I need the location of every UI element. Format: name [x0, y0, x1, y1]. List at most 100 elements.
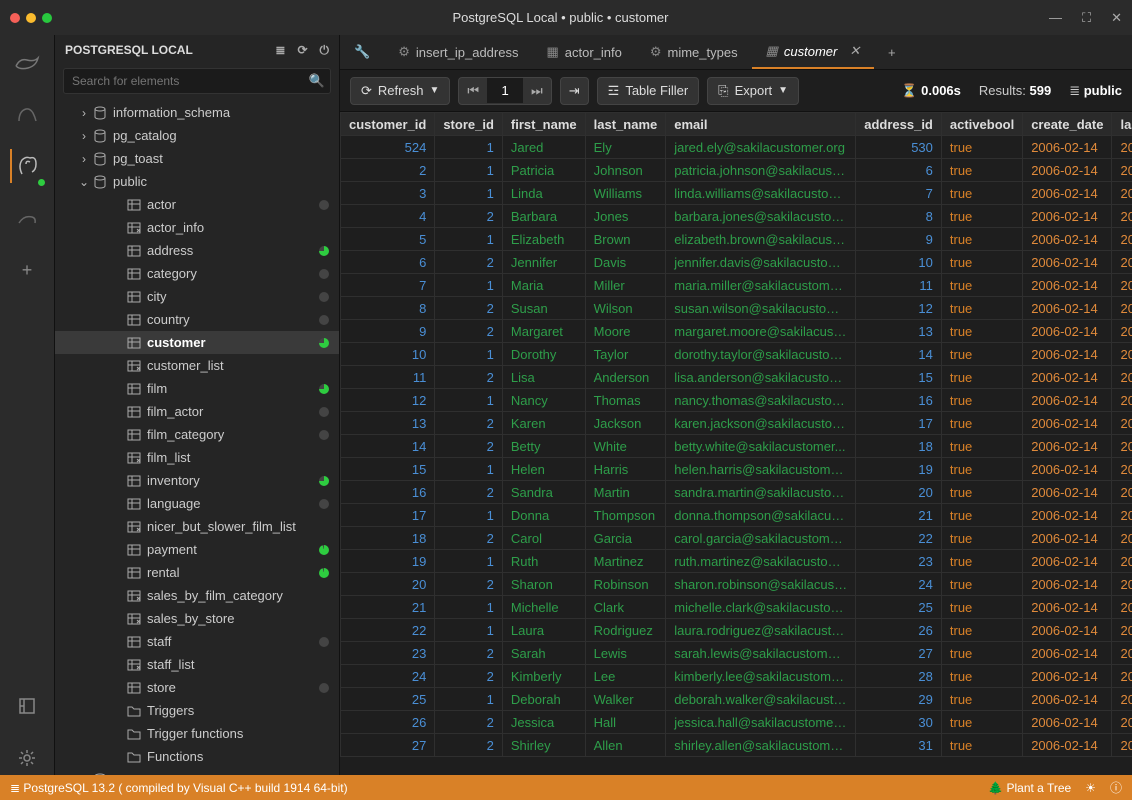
- close-dot[interactable]: [10, 13, 20, 23]
- tree-item-city[interactable]: city: [55, 285, 339, 308]
- tab-customer[interactable]: ▦customer✕: [752, 35, 875, 69]
- tree-item-triggers[interactable]: Triggers: [55, 699, 339, 722]
- col-first_name[interactable]: first_name: [502, 113, 585, 136]
- next-page-button[interactable]: ⏭: [523, 78, 551, 104]
- table-row[interactable]: 51ElizabethBrownelizabeth.brown@sakilacu…: [341, 228, 1132, 251]
- tree-item-staff_list[interactable]: staff_list: [55, 653, 339, 676]
- mysql-icon[interactable]: [10, 97, 44, 131]
- table-filler-button[interactable]: ☲Table Filler: [597, 77, 700, 105]
- tree-item-store[interactable]: store: [55, 676, 339, 699]
- sun-icon[interactable]: ☀: [1085, 781, 1096, 795]
- col-activebool[interactable]: activebool: [941, 113, 1022, 136]
- table-row[interactable]: 221LauraRodriguezlaura.rodriguez@sakilac…: [341, 619, 1132, 642]
- maximize-icon[interactable]: ⛶: [1082, 10, 1091, 26]
- tree-item-actor_info[interactable]: actor_info: [55, 216, 339, 239]
- refresh-icon[interactable]: ⟳: [297, 43, 307, 57]
- table-row[interactable]: 182CarolGarciacarol.garcia@sakilacustome…: [341, 527, 1132, 550]
- table-row[interactable]: 92MargaretMooremargaret.moore@sakilacust…: [341, 320, 1132, 343]
- table-row[interactable]: 71MariaMillermaria.miller@sakilacustomer…: [341, 274, 1132, 297]
- table-row[interactable]: 191RuthMartinezruth.martinez@sakilacusto…: [341, 550, 1132, 573]
- search-icon[interactable]: 🔍: [309, 73, 325, 89]
- tree-item-pg_catalog[interactable]: ›pg_catalog: [55, 124, 339, 147]
- table-row[interactable]: 162SandraMartinsandra.martin@sakilacusto…: [341, 481, 1132, 504]
- tree-item-film_category[interactable]: film_category: [55, 423, 339, 446]
- tree-item-pg_toast[interactable]: ›pg_toast: [55, 147, 339, 170]
- tree[interactable]: ›information_schema›pg_catalog›pg_toast⌄…: [55, 97, 339, 775]
- tree-item-address[interactable]: address: [55, 239, 339, 262]
- close-tab-icon[interactable]: ✕: [849, 43, 860, 59]
- table-row[interactable]: 62JenniferDavisjennifer.davis@sakilacust…: [341, 251, 1132, 274]
- maximize-dot[interactable]: [42, 13, 52, 23]
- table-row[interactable]: 132KarenJacksonkaren.jackson@sakilacusto…: [341, 412, 1132, 435]
- refresh-button[interactable]: ⟳Refresh▼: [350, 77, 450, 105]
- table-row[interactable]: 251DeborahWalkerdeborah.walker@sakilacus…: [341, 688, 1132, 711]
- minimize-icon[interactable]: —: [1049, 10, 1062, 26]
- table-row[interactable]: 121NancyThomasnancy.thomas@sakilacustom.…: [341, 389, 1132, 412]
- tree-item-actor[interactable]: actor: [55, 193, 339, 216]
- export-button[interactable]: ⎘Export▼: [707, 77, 799, 105]
- tree-item-inventory[interactable]: inventory: [55, 469, 339, 492]
- tree-item-category[interactable]: category: [55, 262, 339, 285]
- col-customer_id[interactable]: customer_id: [341, 113, 435, 136]
- table-row[interactable]: 21PatriciaJohnsonpatricia.johnson@sakila…: [341, 159, 1132, 182]
- first-page-button[interactable]: ⏮: [459, 78, 487, 104]
- workspace-icon[interactable]: [10, 689, 44, 723]
- page-input[interactable]: [487, 78, 523, 103]
- table-row[interactable]: 262JessicaHalljessica.hall@sakilacustome…: [341, 711, 1132, 734]
- plus-icon[interactable]: +: [10, 253, 44, 287]
- tab-tools[interactable]: 🔧: [340, 35, 384, 69]
- table-row[interactable]: 151HelenHarrishelen.harris@sakilacustome…: [341, 458, 1132, 481]
- tree-item-language[interactable]: language: [55, 492, 339, 515]
- tree-item-customer[interactable]: customer: [55, 331, 339, 354]
- tree-item-sales_by_film_category[interactable]: sales_by_film_category: [55, 584, 339, 607]
- close-icon[interactable]: ✕: [1111, 10, 1122, 26]
- db-stack-icon[interactable]: ≣: [275, 43, 285, 57]
- table-row[interactable]: 5241JaredElyjared.ely@sakilacustomer.org…: [341, 136, 1132, 159]
- tree-item-country[interactable]: country: [55, 308, 339, 331]
- tab-mime_types[interactable]: ⚙mime_types: [636, 35, 752, 69]
- table-row[interactable]: 272ShirleyAllenshirley.allen@sakilacusto…: [341, 734, 1132, 757]
- gear-icon[interactable]: [10, 741, 44, 775]
- plant-tree-button[interactable]: 🌲 Plant a Tree: [988, 781, 1071, 795]
- col-last_name[interactable]: last_name: [585, 113, 666, 136]
- tree-item-customer_list[interactable]: customer_list: [55, 354, 339, 377]
- col-address_id[interactable]: address_id: [856, 113, 942, 136]
- tree-item-nicer_but_slower_film_list[interactable]: nicer_but_slower_film_list: [55, 515, 339, 538]
- col-email[interactable]: email: [666, 113, 856, 136]
- tree-item-information_schema[interactable]: ›information_schema: [55, 101, 339, 124]
- search-input[interactable]: [63, 68, 331, 94]
- tree-item-test[interactable]: ›test: [55, 768, 339, 775]
- tree-item-trigger-functions[interactable]: Trigger functions: [55, 722, 339, 745]
- new-tab-button[interactable]: +: [874, 35, 909, 69]
- table-row[interactable]: 142BettyWhitebetty.white@sakilacustomer.…: [341, 435, 1132, 458]
- table-row[interactable]: 101DorothyTaylordorothy.taylor@sakilacus…: [341, 343, 1132, 366]
- table-row[interactable]: 232SarahLewissarah.lewis@sakilacustomer.…: [341, 642, 1132, 665]
- col-last_[interactable]: last_: [1112, 113, 1132, 136]
- seal-icon[interactable]: [10, 45, 44, 79]
- minimize-dot[interactable]: [26, 13, 36, 23]
- tree-item-public[interactable]: ⌄public: [55, 170, 339, 193]
- tab-insert_ip_address[interactable]: ⚙insert_ip_address: [384, 35, 532, 69]
- table-row[interactable]: 171DonnaThompsondonna.thompson@sakilacus…: [341, 504, 1132, 527]
- tree-item-payment[interactable]: payment: [55, 538, 339, 561]
- table-row[interactable]: 42BarbaraJonesbarbara.jones@sakilacustom…: [341, 205, 1132, 228]
- table-row[interactable]: 242KimberlyLeekimberly.lee@sakilacustome…: [341, 665, 1132, 688]
- info-icon[interactable]: ⓘ: [1110, 779, 1122, 796]
- table-row[interactable]: 211MichelleClarkmichelle.clark@sakilacus…: [341, 596, 1132, 619]
- tree-item-film_list[interactable]: film_list: [55, 446, 339, 469]
- data-grid[interactable]: customer_idstore_idfirst_namelast_nameem…: [340, 112, 1132, 775]
- tree-item-film_actor[interactable]: film_actor: [55, 400, 339, 423]
- tree-item-staff[interactable]: staff: [55, 630, 339, 653]
- tree-item-film[interactable]: film: [55, 377, 339, 400]
- table-row[interactable]: 112LisaAndersonlisa.anderson@sakilacusto…: [341, 366, 1132, 389]
- tree-item-rental[interactable]: rental: [55, 561, 339, 584]
- table-row[interactable]: 202SharonRobinsonsharon.robinson@sakilac…: [341, 573, 1132, 596]
- tree-item-functions[interactable]: Functions: [55, 745, 339, 768]
- postgres-icon[interactable]: [10, 149, 44, 183]
- col-create_date[interactable]: create_date: [1023, 113, 1112, 136]
- col-store_id[interactable]: store_id: [435, 113, 503, 136]
- dolphin-icon[interactable]: [10, 201, 44, 235]
- tab-actor_info[interactable]: ▦actor_info: [532, 35, 635, 69]
- tree-item-sales_by_store[interactable]: sales_by_store: [55, 607, 339, 630]
- pin-button[interactable]: ⇥: [560, 77, 589, 105]
